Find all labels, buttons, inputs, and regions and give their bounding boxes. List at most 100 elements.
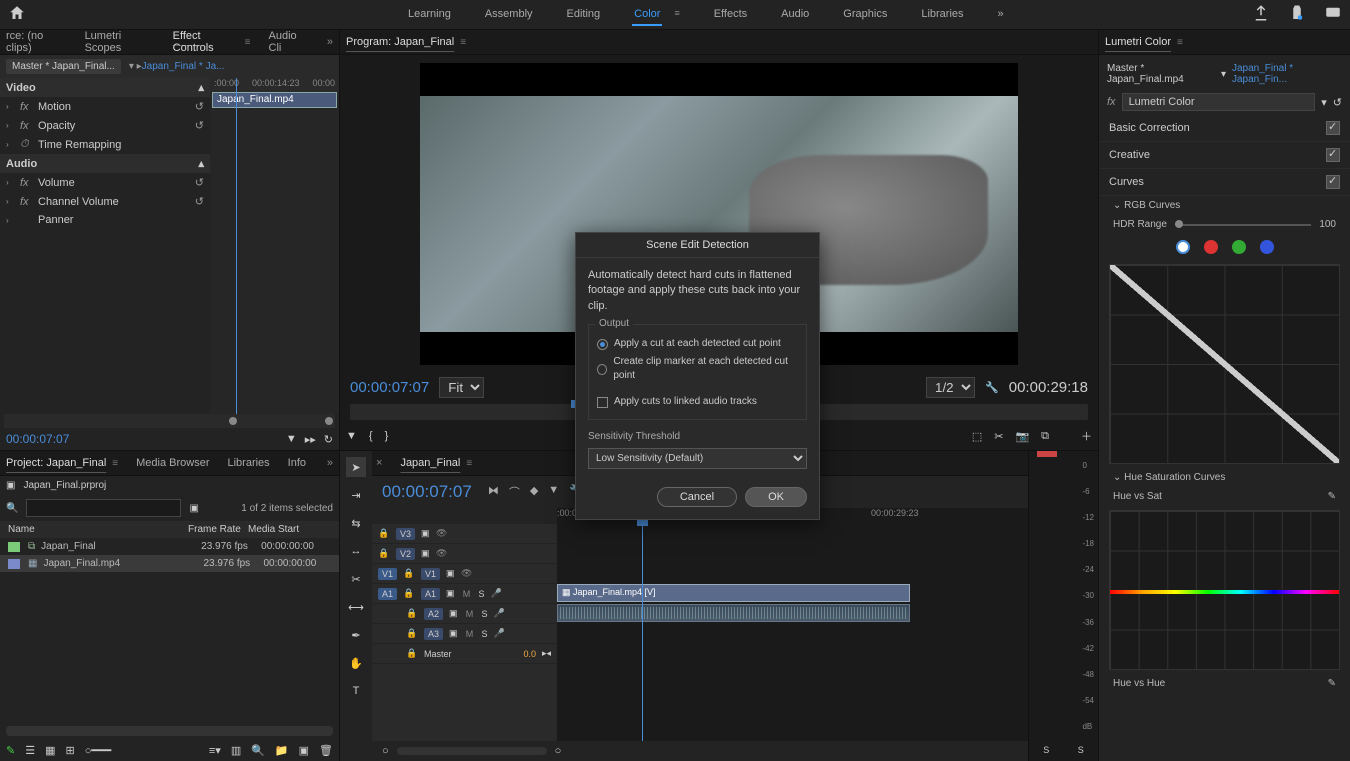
ec-volume[interactable]: ›fxVolume↺ xyxy=(0,173,210,192)
play-icon[interactable]: ▸▸ xyxy=(305,433,316,446)
ec-opacity[interactable]: ›fxOpacity↺ xyxy=(0,116,210,135)
reset-icon[interactable]: ↺ xyxy=(1333,96,1342,109)
timeline-timecode[interactable]: 00:00:07:07 xyxy=(382,482,472,502)
ws-assembly[interactable]: Assembly xyxy=(483,4,535,26)
button-editor-icon[interactable]: ＋ xyxy=(1081,428,1092,444)
panel-overflow-icon[interactable]: » xyxy=(327,457,333,469)
hdr-slider[interactable] xyxy=(1175,224,1311,226)
ws-effects[interactable]: Effects xyxy=(712,4,749,26)
checkbox[interactable] xyxy=(1326,121,1340,135)
col-mediastart[interactable]: Media Start xyxy=(248,524,299,535)
filter-icon[interactable]: ▼ xyxy=(286,433,297,446)
ec-scrubber-handle[interactable] xyxy=(325,417,333,425)
lum-basic-correction[interactable]: Basic Correction xyxy=(1099,115,1350,142)
project-search-input[interactable] xyxy=(26,499,181,517)
tab-effect-controls[interactable]: Effect Controls xyxy=(173,30,239,54)
ec-panner[interactable]: ›Panner xyxy=(0,211,210,229)
check-linked-audio[interactable]: Apply cuts to linked audio tracks xyxy=(597,393,798,411)
timeline-track-area[interactable]: ▦ Japan_Final.mp4 [V] xyxy=(557,524,1028,741)
project-scroll[interactable] xyxy=(6,726,333,736)
reset-icon[interactable]: ↺ xyxy=(195,100,204,113)
track-header-a2[interactable]: 🔒A2▣MS🎤 xyxy=(372,604,557,624)
project-row[interactable]: ⧉ Japan_Final 23.976 fps 00:00:00:00 xyxy=(0,538,339,555)
curve-green-dot[interactable] xyxy=(1232,240,1246,254)
new-item-icon[interactable]: ▣ xyxy=(299,744,309,757)
reset-icon[interactable]: ↺ xyxy=(195,119,204,132)
loop-icon[interactable]: ↻ xyxy=(324,433,333,446)
linked-sel-icon[interactable]: ⌒ xyxy=(509,484,520,500)
timeline-audio-clip[interactable] xyxy=(557,604,910,622)
radio-icon[interactable] xyxy=(597,339,608,350)
zoom-slider[interactable]: ○━━━ xyxy=(85,744,112,757)
panel-overflow-icon[interactable]: » xyxy=(327,36,333,48)
share-icon[interactable] xyxy=(1252,4,1270,25)
sort-icon[interactable]: ≡▾ xyxy=(209,744,221,757)
label-color[interactable] xyxy=(8,559,20,569)
eyedropper-icon[interactable]: ✎ xyxy=(1328,491,1336,502)
ws-overflow-icon[interactable]: » xyxy=(996,4,1006,26)
ripple-tool[interactable]: ⇆ xyxy=(346,513,366,533)
tab-media-browser[interactable]: Media Browser xyxy=(136,457,209,469)
track-header-v3[interactable]: 🔒V3▣👁 xyxy=(372,524,557,544)
rgb-curve-editor[interactable] xyxy=(1109,264,1340,464)
ec-audio-group[interactable]: Audio▴ xyxy=(0,154,210,173)
ws-learning[interactable]: Learning xyxy=(406,4,453,26)
insert-icon[interactable]: ▼ xyxy=(548,484,559,500)
checkbox-icon[interactable] xyxy=(597,397,608,408)
automate-icon[interactable]: ▥ xyxy=(231,744,241,757)
track-header-a3[interactable]: 🔒A3▣MS🎤 xyxy=(372,624,557,644)
pencil-icon[interactable]: ✎ xyxy=(6,744,15,757)
ec-time-remap[interactable]: ›⏱Time Remapping xyxy=(0,135,210,154)
track-select-tool[interactable]: ⇥ xyxy=(346,485,366,505)
wrench-icon[interactable]: 🔧 xyxy=(985,381,999,394)
panel-menu-icon[interactable]: ≡ xyxy=(460,37,466,48)
selection-tool[interactable]: ➤ xyxy=(346,457,366,477)
tab-lumetri-color[interactable]: Lumetri Color xyxy=(1105,36,1171,48)
ec-chan-volume[interactable]: ›fxChannel Volume↺ xyxy=(0,192,210,211)
program-timecode-in[interactable]: 00:00:07:07 xyxy=(350,379,429,396)
extract-icon[interactable]: ✂ xyxy=(994,430,1003,443)
find-icon[interactable]: 🔍 xyxy=(251,744,265,757)
eyedropper-icon[interactable]: ✎ xyxy=(1328,678,1336,689)
panel-menu-icon[interactable]: ≡ xyxy=(245,37,251,48)
resolution-dropdown[interactable]: 1/2 xyxy=(926,377,975,398)
track-header-v2[interactable]: 🔒V2▣👁 xyxy=(372,544,557,564)
tab-project[interactable]: Project: Japan_Final xyxy=(6,457,106,469)
ws-audio[interactable]: Audio xyxy=(779,4,811,26)
ws-menu-icon[interactable]: ≡ xyxy=(672,4,681,26)
ec-playhead[interactable] xyxy=(236,78,237,414)
timeline-video-clip[interactable]: ▦ Japan_Final.mp4 [V] xyxy=(557,584,910,602)
lum-curves[interactable]: Curves xyxy=(1099,169,1350,196)
trash-icon[interactable]: 🗑 xyxy=(319,744,333,757)
ec-sequence-link[interactable]: Japan_Final * Ja... xyxy=(142,61,225,72)
ok-button[interactable]: OK xyxy=(745,487,807,507)
freeform-view-icon[interactable]: ⊞ xyxy=(66,744,75,757)
lum-rgb-curves[interactable]: ⌄ RGB Curves xyxy=(1099,196,1350,215)
ec-scrubber-handle[interactable] xyxy=(229,417,237,425)
hue-vs-sat-editor[interactable] xyxy=(1109,510,1340,670)
mark-in-icon[interactable]: { xyxy=(369,430,373,442)
tab-lumetri-scopes[interactable]: Lumetri Scopes xyxy=(85,30,155,54)
ws-color[interactable]: Color xyxy=(632,4,662,26)
tab-source[interactable]: rce: (no clips) xyxy=(6,30,67,54)
filter-bin-icon[interactable]: ▣ xyxy=(189,503,198,514)
label-color[interactable] xyxy=(8,542,20,552)
ec-timecode[interactable]: 00:00:07:07 xyxy=(6,432,69,446)
curve-blue-dot[interactable] xyxy=(1260,240,1274,254)
new-bin-icon[interactable]: 📁 xyxy=(275,744,289,757)
sensitivity-dropdown[interactable]: Low Sensitivity (Default) xyxy=(588,448,807,469)
lum-hue-sat-curves[interactable]: ⌄ Hue Saturation Curves xyxy=(1099,468,1350,487)
tab-info[interactable]: Info xyxy=(288,457,306,469)
tab-sequence[interactable]: Japan_Final xyxy=(400,457,460,469)
checkbox[interactable] xyxy=(1326,175,1340,189)
col-framerate[interactable]: Frame Rate xyxy=(188,524,248,535)
curve-red-dot[interactable] xyxy=(1204,240,1218,254)
export-frame-icon[interactable]: 📷 xyxy=(1015,430,1029,443)
ec-mini-timeline[interactable]: :00:0000:00:14:2300:00 Japan_Final.mp4 xyxy=(210,78,339,414)
chat-icon[interactable] xyxy=(1324,4,1342,25)
reset-icon[interactable]: ↺ xyxy=(195,176,204,189)
ec-motion[interactable]: ›fxMotion↺ xyxy=(0,97,210,116)
snap-icon[interactable]: ⧓ xyxy=(488,484,499,500)
tab-audio-clip[interactable]: Audio Cli xyxy=(269,30,309,54)
solo-r[interactable]: S xyxy=(1078,745,1084,755)
